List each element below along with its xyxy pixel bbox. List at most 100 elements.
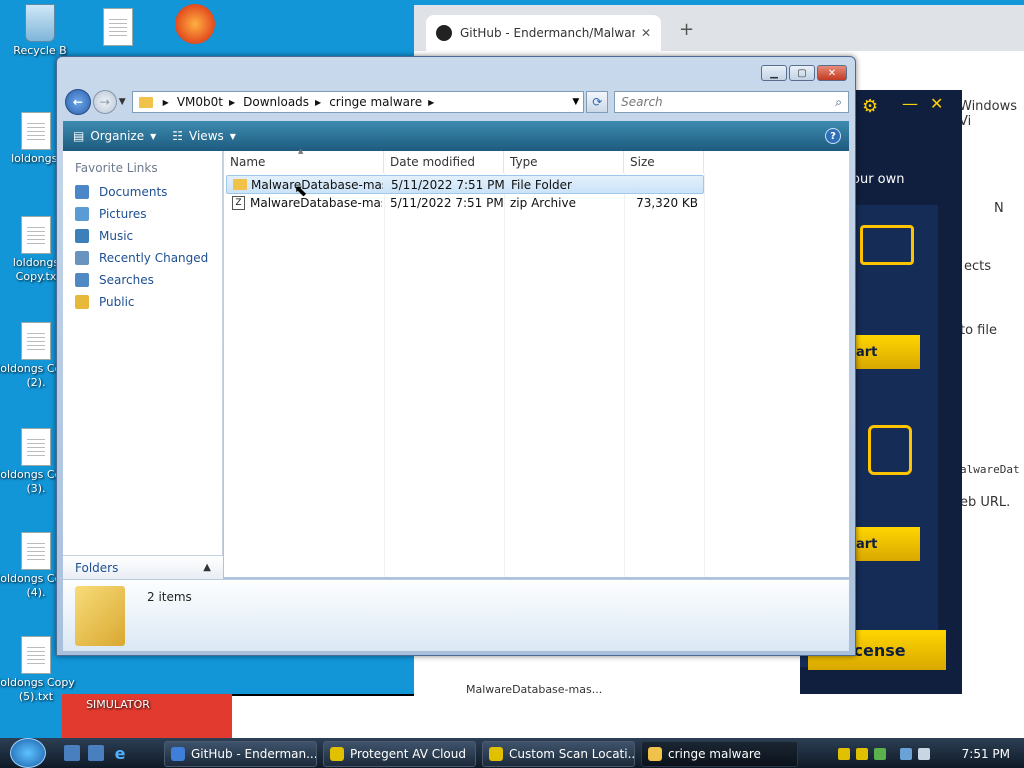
- file-type: File Folder: [511, 178, 572, 192]
- refresh-button[interactable]: ⟳: [586, 91, 609, 113]
- organize-icon: ▤: [73, 129, 85, 143]
- folders-label: Folders: [75, 560, 119, 575]
- taskbar-button-label: Custom Scan Locati...: [509, 747, 635, 761]
- organize-label: Organize: [90, 129, 145, 143]
- github-icon: [436, 25, 452, 41]
- breadcrumb-vm0b0t[interactable]: VM0b0t: [177, 95, 223, 109]
- zip-archive-icon: Z: [232, 196, 245, 210]
- column-header-size[interactable]: Size: [624, 151, 704, 173]
- folders-toggle[interactable]: Folders ▲: [63, 555, 223, 579]
- organize-button[interactable]: ▤ Organize ▼: [73, 129, 156, 143]
- favorite-link-documents[interactable]: Documents: [63, 181, 222, 203]
- breadcrumb-separator[interactable]: ▶: [315, 98, 321, 107]
- close-tab-icon[interactable]: ✕: [641, 26, 651, 40]
- navigation-pane: Favorite Links Documents Pictures Music …: [63, 151, 223, 577]
- back-button[interactable]: ←: [65, 89, 91, 115]
- text-file-icon: [21, 636, 51, 674]
- folder-icon: [75, 586, 125, 646]
- sort-ascending-icon: ▲: [298, 147, 304, 155]
- recycle-bin-icon: [25, 4, 55, 42]
- av-minimize-icon[interactable]: —: [902, 94, 918, 113]
- close-button[interactable]: ✕: [817, 65, 847, 81]
- forward-button[interactable]: →: [92, 90, 117, 114]
- shield-tray-icon[interactable]: [874, 748, 886, 760]
- views-label: Views: [189, 129, 224, 143]
- protegent-tray-icon[interactable]: [856, 748, 868, 760]
- volume-muted-icon[interactable]: [918, 748, 930, 760]
- system-tray: 7:51 PM: [838, 741, 1024, 767]
- recent-pages-dropdown[interactable]: ▼: [119, 97, 126, 107]
- desktop-icon-label: Recycle B: [13, 44, 67, 57]
- search-input[interactable]: Search ⌕: [614, 91, 849, 113]
- av-close-icon[interactable]: ✕: [930, 94, 943, 113]
- taskbar-button-protegent[interactable]: Protegent AV Cloud: [323, 741, 476, 767]
- favorite-link-label: Searches: [99, 273, 154, 287]
- taskbar-button-cringe-malware[interactable]: cringe malware: [641, 741, 798, 767]
- av-gear-icon[interactable]: ⚙: [862, 96, 878, 117]
- column-divider: [624, 173, 625, 577]
- favorite-link-searches[interactable]: Searches: [63, 269, 222, 291]
- desktop-icon-simulator[interactable]: SIMULATOR: [78, 698, 158, 712]
- browser-text-zip-row[interactable]: MalwareDatabase-mas...: [466, 683, 602, 696]
- chevron-up-icon: ▲: [203, 562, 211, 573]
- help-icon[interactable]: ?: [825, 128, 841, 144]
- favorite-link-pictures[interactable]: Pictures: [63, 203, 222, 225]
- chevron-down-icon: ▼: [229, 131, 236, 141]
- column-divider: [504, 173, 505, 577]
- desktop-icon-label: loldongs.: [11, 152, 61, 165]
- browser-tab[interactable]: GitHub - Endermanch/MalwareD ✕: [426, 15, 661, 51]
- show-desktop-icon[interactable]: [64, 745, 80, 761]
- protegent-icon: [489, 747, 503, 761]
- breadcrumb-cringe-malware[interactable]: cringe malware: [329, 95, 422, 109]
- taskbar-button-github[interactable]: GitHub - Enderman...: [164, 741, 317, 767]
- chrome-icon: [171, 747, 185, 761]
- column-header-type[interactable]: Type: [504, 151, 624, 173]
- network-icon[interactable]: [900, 748, 912, 760]
- breadcrumb-separator[interactable]: ▶: [163, 98, 169, 107]
- minimize-button[interactable]: ▁: [761, 65, 787, 81]
- window-controls: ▁ ▢ ✕: [761, 65, 847, 81]
- breadcrumb-separator[interactable]: ▶: [428, 98, 434, 107]
- column-header-date-modified[interactable]: Date modified: [384, 151, 504, 173]
- desktop-icon-text-file[interactable]: [78, 8, 158, 48]
- breadcrumb-downloads[interactable]: Downloads: [243, 95, 309, 109]
- desktop-icon-firefox[interactable]: [155, 4, 235, 44]
- protegent-icon: [330, 747, 344, 761]
- browser-text-to-file[interactable]: to file: [960, 323, 997, 338]
- command-toolbar: ▤ Organize ▼ ☷ Views ▼ ?: [63, 121, 849, 151]
- breadcrumb-separator[interactable]: ▶: [229, 98, 235, 107]
- address-bar[interactable]: ▶ VM0b0t ▶ Downloads ▶ cringe malware ▶ …: [131, 91, 585, 113]
- start-button[interactable]: [10, 738, 46, 768]
- favorite-link-label: Recently Changed: [99, 251, 209, 265]
- favorite-link-recently-changed[interactable]: Recently Changed: [63, 247, 222, 269]
- desktop-icon-label: loldongs Copy.tx: [12, 256, 60, 283]
- searches-icon: [75, 273, 89, 287]
- protegent-tray-icon[interactable]: [838, 748, 850, 760]
- mouse-cursor-icon: ⬉: [294, 181, 308, 200]
- browser-text-projects[interactable]: ects: [964, 259, 991, 274]
- browser-text-notification[interactable]: N: [994, 201, 1004, 216]
- explorer-window[interactable]: ▁ ▢ ✕ ← → ▼ ▶ VM0b0t ▶ Downloads ▶ cring…: [56, 56, 856, 656]
- file-type: zip Archive: [510, 196, 576, 210]
- text-file-icon: [21, 112, 51, 150]
- clock[interactable]: 7:51 PM: [962, 747, 1010, 761]
- favorite-link-public[interactable]: Public: [63, 291, 222, 313]
- internet-explorer-icon[interactable]: e: [112, 744, 128, 763]
- column-divider: [704, 173, 705, 577]
- address-dropdown[interactable]: ▼: [572, 97, 579, 107]
- browser-text-malware-mono: alwareDat: [960, 463, 1020, 476]
- switch-windows-icon[interactable]: [88, 745, 104, 761]
- taskbar-button-custom-scan[interactable]: Custom Scan Locati...: [482, 741, 635, 767]
- column-header-label: Name: [230, 155, 266, 169]
- file-list: Name ▲ Date modified Type Size MalwareDa…: [224, 147, 849, 577]
- search-icon[interactable]: ⌕: [835, 95, 842, 110]
- new-tab-button[interactable]: +: [679, 19, 694, 40]
- maximize-button[interactable]: ▢: [789, 65, 815, 81]
- navigation-bar: ← → ▼ ▶ VM0b0t ▶ Downloads ▶ cringe malw…: [65, 87, 849, 117]
- taskbar-button-label: cringe malware: [668, 747, 761, 761]
- column-header-name[interactable]: Name ▲: [224, 147, 384, 173]
- favorite-link-music[interactable]: Music: [63, 225, 222, 247]
- favorite-link-label: Pictures: [99, 207, 147, 221]
- desktop-icon-recycle-bin[interactable]: Recycle B: [0, 4, 80, 58]
- views-button[interactable]: ☷ Views ▼: [172, 129, 236, 143]
